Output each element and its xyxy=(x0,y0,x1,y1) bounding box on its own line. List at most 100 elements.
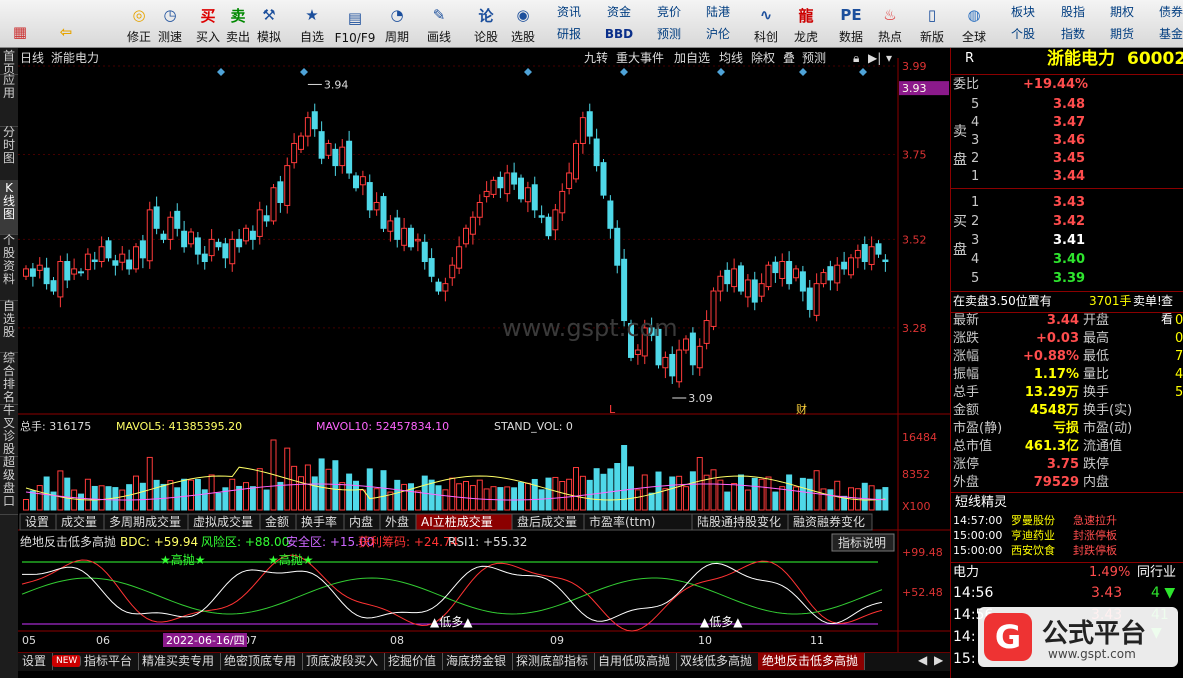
toolbar-grid-button[interactable]: ▦ xyxy=(4,2,36,45)
bottom-tab[interactable]: 绝密顶底专用 xyxy=(220,653,303,670)
weibi-value: +19.44% xyxy=(1023,77,1089,92)
candle-body xyxy=(799,271,806,292)
toolbar-screener-button[interactable]: ◉ 选股 xyxy=(507,2,539,45)
toolbar-text-button[interactable]: 期权 xyxy=(1100,3,1144,22)
toolbar-text-button[interactable]: 板块 xyxy=(1001,3,1045,22)
toolbar-sell-button[interactable]: 卖卖出 xyxy=(222,2,254,45)
volume-bar xyxy=(373,488,380,511)
bottom-tab[interactable]: 绝地反击低多高抛 xyxy=(758,653,865,670)
event-marker-icon[interactable] xyxy=(300,68,308,76)
bottom-tab[interactable]: 设置 xyxy=(18,653,53,670)
chart-tool-button[interactable]: 九转 xyxy=(584,50,608,65)
dropdown-icon[interactable]: ▾ xyxy=(886,51,892,65)
bottom-tab[interactable]: 挖掘价值 xyxy=(384,653,443,670)
toolbar-text-button[interactable]: 股指 xyxy=(1051,3,1095,22)
bottom-tab[interactable]: 海底捞金银 xyxy=(442,653,513,670)
buy-price: 3.43 xyxy=(1053,195,1086,210)
toolbar-new-version-button[interactable]: ▯ 新版 xyxy=(916,2,948,45)
sidebar-item[interactable]: 超级盘口 xyxy=(0,454,18,515)
volume-bar xyxy=(552,476,559,511)
scroll-left-icon[interactable]: ◀ xyxy=(918,653,927,667)
sidebar-item[interactable]: 分时图 xyxy=(0,124,18,183)
chart-tool-button[interactable]: 均线 xyxy=(719,51,743,65)
toolbar-text-button[interactable]: 资讯 xyxy=(547,3,591,22)
toolbar-hot-button[interactable]: ♨ 热点 xyxy=(874,2,906,45)
toolbar-text-button[interactable]: 研报 xyxy=(547,25,591,44)
sidebar-item[interactable]: K线图 xyxy=(0,180,18,235)
toolbar-back-arrow-button[interactable]: ⇦ xyxy=(50,2,82,45)
toolbar-clock-button[interactable]: ◷ 测速 xyxy=(154,2,186,45)
candle-body xyxy=(408,227,414,248)
sidebar-item[interactable]: 综合排名 xyxy=(0,350,18,405)
grid-icon: ▦ xyxy=(12,23,28,41)
toolbar-dragon-button[interactable]: 龍龙虎 xyxy=(790,2,822,45)
event-marker-icon[interactable] xyxy=(620,68,628,76)
candle-body xyxy=(380,196,387,229)
volume-bar xyxy=(91,485,98,511)
sidebar-item[interactable]: 牛叉诊股 xyxy=(0,402,18,457)
toolbar-text-button[interactable]: 期货 xyxy=(1100,25,1144,44)
bottom-tab[interactable]: 自用低吸高抛 xyxy=(594,653,677,670)
bottom-tab[interactable]: 双线低多高抛 xyxy=(676,653,759,670)
chart-tool-button[interactable]: 叠 xyxy=(783,51,795,65)
quote-row: 总手 13.29万 换手 5 xyxy=(951,384,1183,402)
chart-tool-button[interactable]: 除权 xyxy=(751,50,775,65)
event-marker-icon[interactable] xyxy=(799,68,807,76)
toolbar-text-button[interactable]: BBD xyxy=(597,25,641,44)
sidebar-item[interactable]: 自选股 xyxy=(0,298,18,353)
event-marker-icon[interactable] xyxy=(524,68,532,76)
candle-body xyxy=(236,238,243,248)
quote-label-right: 市盈(动) xyxy=(1083,421,1133,436)
toolbar-hammer-button[interactable]: ⚒ 模拟 xyxy=(253,2,285,45)
candle-body xyxy=(387,220,394,232)
volume-bar xyxy=(683,486,689,511)
toolbar-text-button[interactable]: 预测 xyxy=(647,25,691,44)
volume-bar xyxy=(703,474,710,511)
toolbar-refresh-button[interactable]: ◎ 修正 xyxy=(123,2,155,45)
event-marker-icon[interactable] xyxy=(859,68,867,76)
lock-icon[interactable]: 🔒︎ xyxy=(853,51,859,65)
toolbar-text-button[interactable]: 个股 xyxy=(1001,25,1045,44)
bottom-indicator-tabs: 设置 NEW 指标平台 精准买卖专用 绝密顶底专用 顶底波段买入 挖掘价值 海底捞金银 探测底部… xyxy=(18,652,950,671)
toolbar-pencil-button[interactable]: ✎ 画线 xyxy=(423,2,455,45)
toolbar-kechuang-button[interactable]: ∿ 科创 xyxy=(750,2,782,45)
toolbar-text-button[interactable]: 沪伦 xyxy=(696,25,740,44)
toolbar-text-button[interactable]: 基金 xyxy=(1149,25,1183,44)
candle-body xyxy=(243,227,249,242)
toolbar-text-button[interactable]: 资金 xyxy=(597,3,641,22)
bottom-tab[interactable]: 探测底部指标 xyxy=(512,653,595,670)
candle-body xyxy=(394,217,401,240)
toolbar-pe-button[interactable]: PE 数据 xyxy=(835,2,867,45)
volume-bar xyxy=(641,474,648,511)
scroll-right-icon[interactable]: ▶ xyxy=(934,653,943,667)
sidebar-item[interactable]: 个股资料 xyxy=(0,232,18,301)
event-marker-icon[interactable] xyxy=(717,68,725,76)
candle-body xyxy=(160,233,167,240)
toolbar-f10-button[interactable]: ▤ F10/F9 xyxy=(333,2,377,45)
volume-bar xyxy=(442,489,449,511)
toolbar-text-button[interactable]: 陆港 xyxy=(696,3,740,22)
sidebar-item[interactable]: 应用 xyxy=(0,72,18,127)
volume-bar xyxy=(861,482,868,511)
toolbar-star-folder-button[interactable]: ★ 自选 xyxy=(296,2,328,45)
sidebar-item[interactable]: 首页 xyxy=(0,48,18,76)
chart-tool-button[interactable]: 预测 xyxy=(802,51,826,65)
volume-bar xyxy=(291,465,298,511)
event-marker-icon[interactable] xyxy=(217,68,225,76)
toolbar-text-button[interactable]: 债券 xyxy=(1149,3,1183,22)
toolbar-text-button[interactable]: 竞价 xyxy=(647,3,691,22)
toolbar-globe-button[interactable]: ◍ 全球 xyxy=(958,2,990,45)
toolbar-buy-button[interactable]: 买买入 xyxy=(192,2,224,45)
candle-body xyxy=(634,349,641,355)
toolbar-forum-button[interactable]: 论论股 xyxy=(470,2,502,45)
kline-chart-area[interactable]: 日线 浙能电力 九转 重大事件 加自选 均线 除权叠预测 🔒︎ ▶| ▾ 3.99 3.75 3.52 3… xyxy=(18,48,950,652)
bottom-tab[interactable]: 顶底波段买入 xyxy=(302,653,385,670)
bottom-tab[interactable]: 精准买卖专用 xyxy=(138,653,221,670)
toolbar-cycle-button[interactable]: ◔ 周期 xyxy=(381,2,413,45)
bottom-tab[interactable]: 指标平台 xyxy=(80,653,139,670)
toolbar-text-button[interactable]: 指数 xyxy=(1051,25,1095,44)
expand-icon[interactable]: ▶| xyxy=(868,51,881,65)
chart-tool-button[interactable]: 加自选 xyxy=(674,51,710,65)
chart-tool-button[interactable]: 重大事件 xyxy=(616,51,664,65)
buy-level: 1 xyxy=(971,195,980,210)
